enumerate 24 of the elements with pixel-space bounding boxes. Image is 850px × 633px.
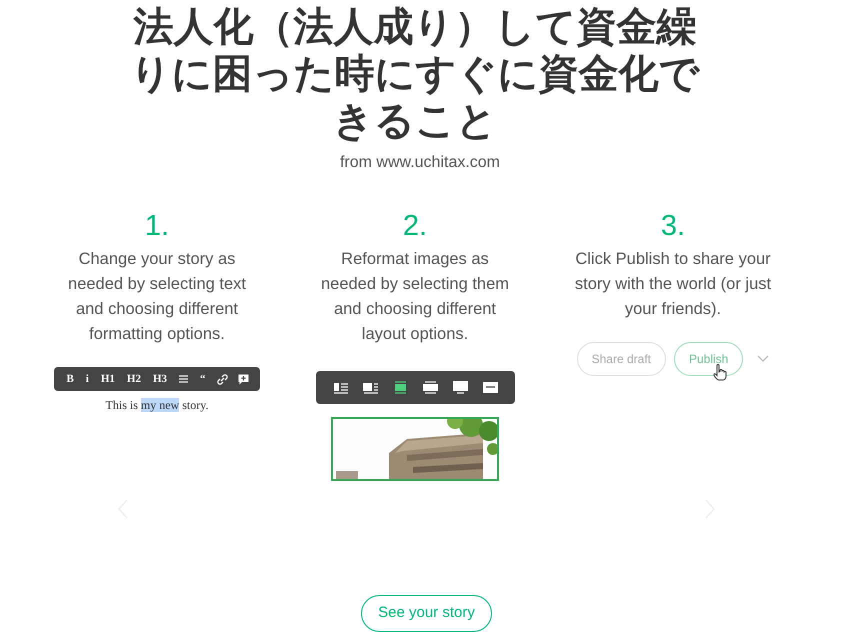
hand-cursor-icon (713, 364, 727, 381)
link-icon[interactable] (216, 374, 228, 384)
layout-option-icon[interactable] (362, 381, 378, 394)
comment-icon[interactable] (238, 374, 249, 384)
format-button[interactable]: “ (194, 367, 212, 391)
layout-option-icon[interactable] (482, 381, 498, 394)
sample-sentence: This is my new story. (106, 397, 208, 414)
step-description: Reformat images as needed by selecting them and choosing different layout options. (320, 249, 510, 345)
format-button[interactable]: H3 (146, 367, 174, 391)
strikethrough-icon[interactable] (178, 374, 190, 384)
overlay-title: 法人化（法人成り）して資金繰りに困った時にすぐに資金化できること (130, 4, 701, 145)
step-number: 2. (402, 209, 428, 243)
format-button[interactable]: B (60, 367, 80, 391)
layout-option-icon[interactable] (452, 381, 468, 394)
step-description: Change your story as needed by selecting text and choosing different formatting options. (67, 249, 247, 345)
step-number: 3. (660, 209, 686, 243)
layout-option-icon[interactable] (332, 381, 348, 394)
format-button[interactable]: H1 (94, 367, 121, 391)
format-button[interactable]: H2 (120, 367, 147, 391)
step-number: 1. (144, 209, 170, 243)
step-description: Click Publish to share your story with the world (or just your friends). (574, 249, 772, 320)
layout-option-icon[interactable] (392, 381, 408, 394)
source-text: from www.uchitax.com (338, 153, 502, 173)
format-button[interactable]: i (80, 367, 95, 391)
